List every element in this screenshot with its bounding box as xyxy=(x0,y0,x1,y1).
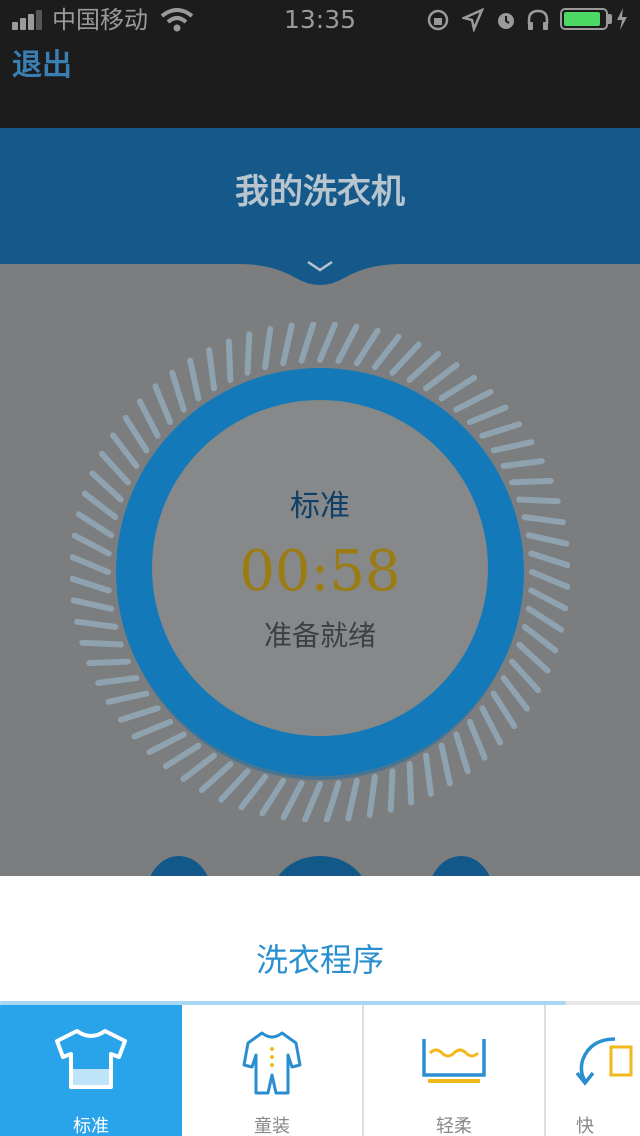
dial-tick xyxy=(180,752,217,782)
dial-tick xyxy=(353,327,381,367)
dial-tick xyxy=(122,414,150,454)
dial-tick xyxy=(162,742,202,770)
program-kids[interactable]: 童装 xyxy=(182,1005,364,1136)
exit-button[interactable]: 退出 xyxy=(12,46,72,86)
dial-tick xyxy=(105,690,150,705)
dial-tick xyxy=(466,718,488,761)
battery-icon xyxy=(560,8,608,30)
dial-tick xyxy=(387,768,396,813)
gentle-basin-icon xyxy=(422,1039,486,1083)
dial-tick xyxy=(187,357,202,402)
dial-tick xyxy=(302,781,323,822)
program-quick[interactable]: 快 xyxy=(546,1005,640,1136)
program-label: 快 xyxy=(576,1116,594,1136)
dial-tick xyxy=(152,383,174,426)
dial-tick xyxy=(438,374,478,402)
dial-tick xyxy=(244,331,253,376)
dial-tick xyxy=(136,398,161,439)
dial-tick xyxy=(500,458,545,469)
dial-tick xyxy=(509,477,554,486)
dial-tick xyxy=(225,338,234,383)
current-mode-label: 标准 xyxy=(290,489,350,524)
status-bar: 中国移动 13:35 xyxy=(0,0,640,40)
program-label: 标准 xyxy=(73,1116,109,1136)
dial-tick xyxy=(466,404,509,426)
dial-tick xyxy=(259,777,287,817)
dial-tick xyxy=(406,761,415,806)
dial-tick xyxy=(335,323,360,364)
dial-tick xyxy=(262,326,274,371)
dial-tick xyxy=(453,731,471,775)
quick-cycle-icon xyxy=(575,1037,633,1086)
dial-tick xyxy=(345,777,360,822)
dial-tick xyxy=(95,675,140,686)
dial-tick xyxy=(198,761,234,794)
dial-tick xyxy=(500,675,530,712)
location-icon xyxy=(462,8,484,32)
alarm-icon xyxy=(498,13,514,29)
charging-icon xyxy=(617,8,627,30)
dial-tick xyxy=(280,780,305,821)
dial-tick xyxy=(280,322,295,367)
dial-tick xyxy=(117,705,161,723)
program-gentle[interactable]: 轻柔 xyxy=(364,1005,546,1136)
dial-tick xyxy=(453,388,494,413)
dial-tick xyxy=(490,690,518,730)
dial-tick xyxy=(323,780,342,822)
dial-tick xyxy=(371,333,402,371)
t-shirt-icon xyxy=(55,1029,127,1089)
dial-tick xyxy=(423,362,460,392)
dial-tick xyxy=(490,439,535,454)
baby-onesie-icon xyxy=(242,1031,302,1095)
dial-tick xyxy=(479,421,523,439)
chevron-down-icon[interactable] xyxy=(304,258,336,274)
dial-tick xyxy=(389,341,422,376)
sheet-title: 洗衣程序 xyxy=(255,941,384,979)
timer-display: 00:58 xyxy=(239,539,401,604)
dial-tick xyxy=(238,773,269,811)
nav-bar xyxy=(0,40,640,128)
dial-tick xyxy=(438,742,453,787)
dial-tick xyxy=(169,369,187,413)
dial-tick xyxy=(366,773,378,818)
headphones-icon xyxy=(527,9,549,30)
program-label: 童装 xyxy=(254,1116,290,1136)
dial-tick xyxy=(146,731,187,756)
dial-tick xyxy=(317,322,338,363)
dial-tick xyxy=(218,768,251,803)
dial-tick xyxy=(86,658,131,667)
battery-cap xyxy=(608,14,612,24)
dial-tick xyxy=(131,718,174,740)
dial-tick xyxy=(406,350,442,383)
dial-tick xyxy=(206,347,217,392)
machine-status: 准备就绪 xyxy=(263,619,376,652)
dial-tick xyxy=(423,752,434,797)
program-standard[interactable]: 标准 xyxy=(0,1005,182,1136)
dial-tick xyxy=(298,322,317,364)
dial-tick xyxy=(479,705,504,746)
dial-tick xyxy=(98,450,131,486)
dial-tick xyxy=(509,658,542,694)
rotation-lock-icon xyxy=(427,9,449,31)
dial-tick xyxy=(110,432,140,469)
program-label: 轻柔 xyxy=(436,1116,472,1136)
page-title: 我的洗衣机 xyxy=(235,172,405,212)
